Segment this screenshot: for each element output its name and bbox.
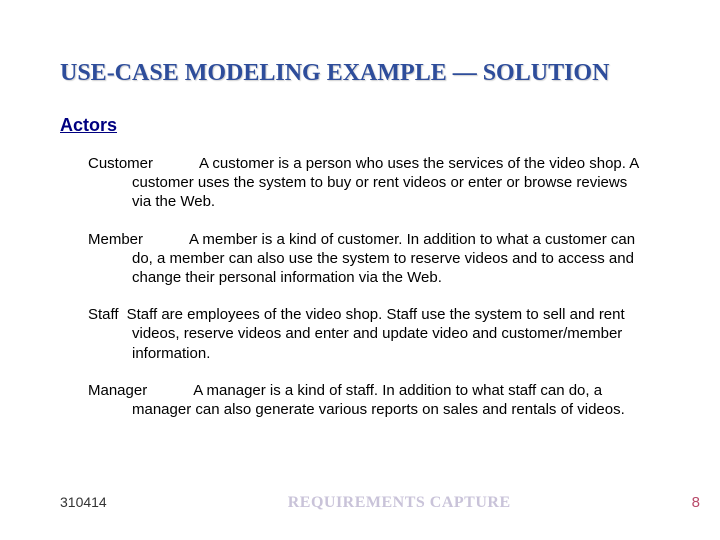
actor-name: Customer xyxy=(88,155,153,172)
actor-description: Staff are employees of the video shop. S… xyxy=(127,306,625,361)
actor-name: Member xyxy=(88,231,143,248)
actor-description: A manager is a kind of staff. In additio… xyxy=(132,382,625,418)
footer-section-name: REQUIREMENTS CAPTURE xyxy=(288,494,511,512)
actor-entry: ManagerA manager is a kind of staff. In … xyxy=(88,381,640,419)
actor-description: A customer is a person who uses the serv… xyxy=(132,155,638,210)
slide-title: USE-CASE MODELING EXAMPLE — SOLUTION xyxy=(60,60,660,87)
slide-footer: 310414 REQUIREMENTS CAPTURE 8 xyxy=(60,494,700,512)
actor-name: Manager xyxy=(88,382,147,399)
actor-entry: MemberA member is a kind of customer. In… xyxy=(88,230,640,288)
footer-page-number: 8 xyxy=(692,494,700,511)
actor-name: Staff xyxy=(88,306,119,323)
actor-entry: Staff Staff are employees of the video sh… xyxy=(88,305,640,363)
footer-course-code: 310414 xyxy=(60,494,107,510)
actor-description: A member is a kind of customer. In addit… xyxy=(132,231,635,286)
section-heading-actors: Actors xyxy=(60,115,660,136)
actor-entry: CustomerA customer is a person who uses … xyxy=(88,154,640,212)
